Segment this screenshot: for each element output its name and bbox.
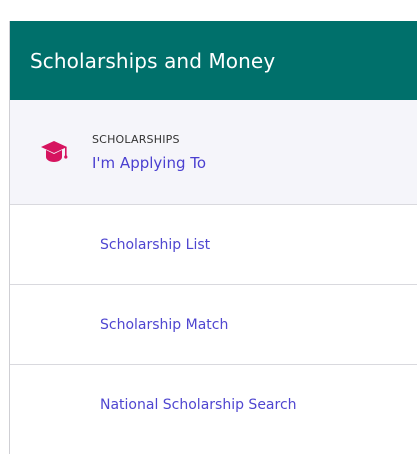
- national-scholarship-search-link[interactable]: National Scholarship Search: [100, 397, 297, 413]
- scholarship-match-link[interactable]: Scholarship Match: [100, 317, 228, 333]
- scholarship-list-link[interactable]: Scholarship List: [100, 237, 210, 253]
- menu-item-scholarship-list[interactable]: Scholarship List: [10, 205, 417, 285]
- menu-item-im-applying-to[interactable]: SCHOLARSHIPS I'm Applying To: [10, 100, 417, 205]
- panel-header: Scholarships and Money: [10, 21, 417, 100]
- scholarships-nav-panel: Scholarships and Money SCHOLARSHIPS I'm …: [9, 21, 417, 454]
- graduation-cap-icon: [38, 136, 70, 168]
- category-label: SCHOLARSHIPS: [92, 132, 180, 146]
- active-item-text: SCHOLARSHIPS I'm Applying To: [92, 133, 206, 172]
- panel-title: Scholarships and Money: [30, 48, 276, 73]
- im-applying-to-link[interactable]: I'm Applying To: [92, 154, 206, 172]
- menu-item-national-scholarship-search[interactable]: National Scholarship Search: [10, 365, 417, 445]
- menu-item-scholarship-match[interactable]: Scholarship Match: [10, 285, 417, 365]
